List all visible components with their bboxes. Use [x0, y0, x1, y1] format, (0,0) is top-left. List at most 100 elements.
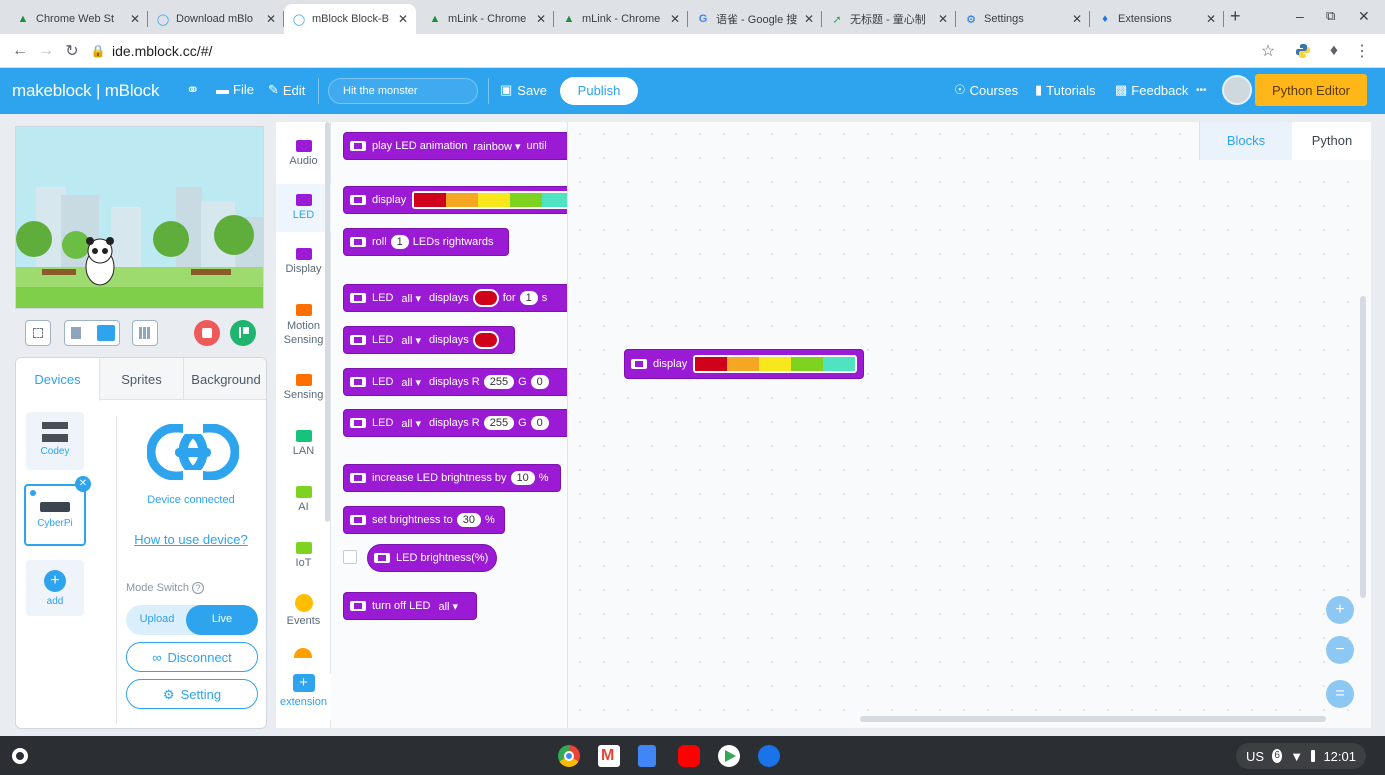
close-icon[interactable]: ✕	[398, 12, 408, 26]
docs-app-icon[interactable]	[638, 745, 656, 767]
block-turn-off-led[interactable]: turn off LED all ▾	[343, 592, 477, 620]
youtube-app-icon[interactable]	[678, 745, 700, 767]
chrome-app-icon[interactable]	[558, 745, 580, 767]
zoom-reset-button[interactable]: =	[1326, 680, 1354, 708]
project-name-input[interactable]: Hit the monster	[328, 78, 478, 104]
device-cyberpi[interactable]: CyberPi	[24, 484, 86, 546]
led-index-dropdown[interactable]: all ▾	[401, 417, 421, 430]
files-app-icon[interactable]	[758, 745, 780, 767]
tab-download-mblock[interactable]: ◯ Download mBlo ✕	[148, 4, 284, 34]
grid-view-button[interactable]	[132, 320, 158, 346]
brightness-delta-input[interactable]: 10	[510, 471, 535, 485]
workspace-horizontal-scrollbar[interactable]	[860, 716, 1326, 722]
block-display-colors[interactable]: display	[343, 186, 567, 214]
block-play-led-animation[interactable]: play LED animation rainbow ▾ until	[343, 132, 567, 160]
block-set-brightness[interactable]: set brightness to 30%	[343, 506, 505, 534]
avatar[interactable]	[1222, 75, 1252, 105]
green-value-input[interactable]: 0	[530, 375, 549, 389]
python-editor-button[interactable]: Python Editor	[1255, 74, 1367, 106]
close-icon[interactable]: ✕	[804, 12, 814, 26]
fullscreen-button[interactable]	[25, 320, 51, 346]
show-reporter-checkbox[interactable]	[343, 550, 357, 564]
brightness-input[interactable]: 30	[456, 513, 481, 527]
close-icon[interactable]: ✕	[670, 12, 680, 26]
help-icon[interactable]: ?	[192, 582, 205, 594]
workspace-led-color-strip[interactable]	[693, 355, 857, 373]
tab-google-search[interactable]: G 语雀 - Google 搜 ✕	[688, 4, 822, 34]
category-led[interactable]: LED	[276, 184, 331, 232]
led-swatch-5[interactable]	[542, 193, 567, 207]
play-store-app-icon[interactable]	[718, 745, 740, 767]
block-led-displays-for[interactable]: LED all ▾ displays for 1 s	[343, 284, 567, 312]
led-swatch-2[interactable]	[727, 357, 760, 371]
tab-extensions[interactable]: ♦ Extensions ✕	[1090, 4, 1224, 34]
tab-devices[interactable]: Devices	[16, 358, 100, 401]
zoom-out-button[interactable]: −	[1326, 636, 1354, 664]
disconnect-button[interactable]: ∞ Disconnect	[126, 642, 258, 672]
stage-canvas[interactable]	[15, 126, 264, 309]
led-index-dropdown[interactable]: all ▾	[401, 292, 421, 305]
led-swatch-5[interactable]	[823, 357, 856, 371]
zoom-in-button[interactable]: +	[1326, 596, 1354, 624]
how-to-use-link[interactable]: How to use device?	[126, 532, 256, 547]
edit-menu[interactable]: ✎ Edit	[268, 82, 305, 98]
animation-dropdown[interactable]: rainbow ▾	[473, 140, 520, 153]
tab-mlink-chrome-2[interactable]: ▲ mLink - Chrome ✕	[554, 4, 688, 34]
remove-device-icon[interactable]: ✕	[75, 476, 91, 492]
status-tray[interactable]: US 6 ▼ 12:01	[1236, 743, 1366, 769]
mode-upload[interactable]: Upload	[126, 605, 188, 635]
control-category-icon[interactable]	[294, 648, 312, 658]
color-picker[interactable]	[472, 289, 499, 307]
script-workspace[interactable]: Blocks Python display + − =	[568, 122, 1371, 728]
block-led-displays[interactable]: LED all ▾ displays	[343, 326, 515, 354]
duration-input[interactable]: 1	[519, 291, 538, 305]
more-menu[interactable]: •••	[1196, 85, 1207, 96]
led-index-dropdown[interactable]: all ▾	[439, 600, 459, 613]
extensions-puzzle-icon[interactable]: ♦	[1324, 41, 1344, 61]
category-iot[interactable]: IoT	[276, 542, 331, 569]
add-device-button[interactable]: + add	[26, 560, 84, 616]
forward-icon[interactable]: →	[36, 41, 56, 61]
workspace-vertical-scrollbar[interactable]	[1360, 296, 1366, 598]
category-display[interactable]: Display	[276, 248, 331, 275]
led-index-dropdown[interactable]: all ▾	[401, 376, 421, 389]
close-icon[interactable]: ✕	[266, 12, 276, 26]
feedback-link[interactable]: ▩ Feedback	[1115, 82, 1188, 98]
block-led-displays-rgb-2[interactable]: LED all ▾ displays R 255 G 0	[343, 409, 567, 437]
mode-switch-toggle[interactable]: Upload Live	[126, 605, 258, 635]
publish-button[interactable]: Publish	[560, 77, 638, 105]
tab-mlink-chrome-1[interactable]: ▲ mLink - Chrome ✕	[420, 4, 554, 34]
close-icon[interactable]: ✕	[536, 12, 546, 26]
new-tab-button[interactable]: +	[1230, 6, 1241, 27]
led-color-strip[interactable]	[412, 191, 567, 209]
address-bar[interactable]: ide.mblock.cc/#/	[112, 43, 212, 59]
close-icon[interactable]: ✕	[1072, 12, 1082, 26]
block-roll-leds[interactable]: roll 1 LEDs rightwards	[343, 228, 509, 256]
led-swatch-3[interactable]	[478, 193, 511, 207]
category-motion-sensing[interactable]: Motion Sensing	[276, 304, 331, 347]
stage-layout-toggle[interactable]	[64, 320, 120, 346]
python-extension-icon[interactable]	[1293, 41, 1313, 61]
category-ai[interactable]: AI	[276, 486, 331, 513]
launcher-icon[interactable]	[12, 748, 28, 764]
tab-chrome-web-store[interactable]: ▲ Chrome Web St ✕	[8, 4, 148, 34]
minimize-icon[interactable]: –	[1296, 8, 1304, 24]
led-index-dropdown[interactable]: all ▾	[401, 334, 421, 347]
menu-kebab-icon[interactable]: ⋮	[1352, 41, 1372, 61]
close-window-icon[interactable]: ✕	[1358, 8, 1370, 25]
tab-blocks[interactable]: Blocks	[1200, 122, 1292, 160]
mode-live[interactable]: Live	[186, 605, 258, 635]
save-button[interactable]: ▣ Save	[500, 82, 547, 98]
category-scrollbar[interactable]	[325, 122, 330, 522]
setting-button[interactable]: ⚙ Setting	[126, 679, 258, 709]
tab-settings[interactable]: ⚙ Settings ✕	[956, 4, 1090, 34]
stop-button[interactable]	[194, 320, 220, 346]
red-value-input[interactable]: 255	[483, 416, 515, 430]
restore-icon[interactable]: ⧉	[1326, 8, 1335, 24]
tab-background[interactable]: Background	[184, 358, 266, 400]
extension-button[interactable]: + extension	[276, 674, 331, 720]
courses-link[interactable]: ☉ Courses	[954, 82, 1018, 98]
led-swatch-4[interactable]	[791, 357, 824, 371]
back-icon[interactable]: ←	[10, 41, 30, 61]
block-increase-brightness[interactable]: increase LED brightness by 10%	[343, 464, 561, 492]
